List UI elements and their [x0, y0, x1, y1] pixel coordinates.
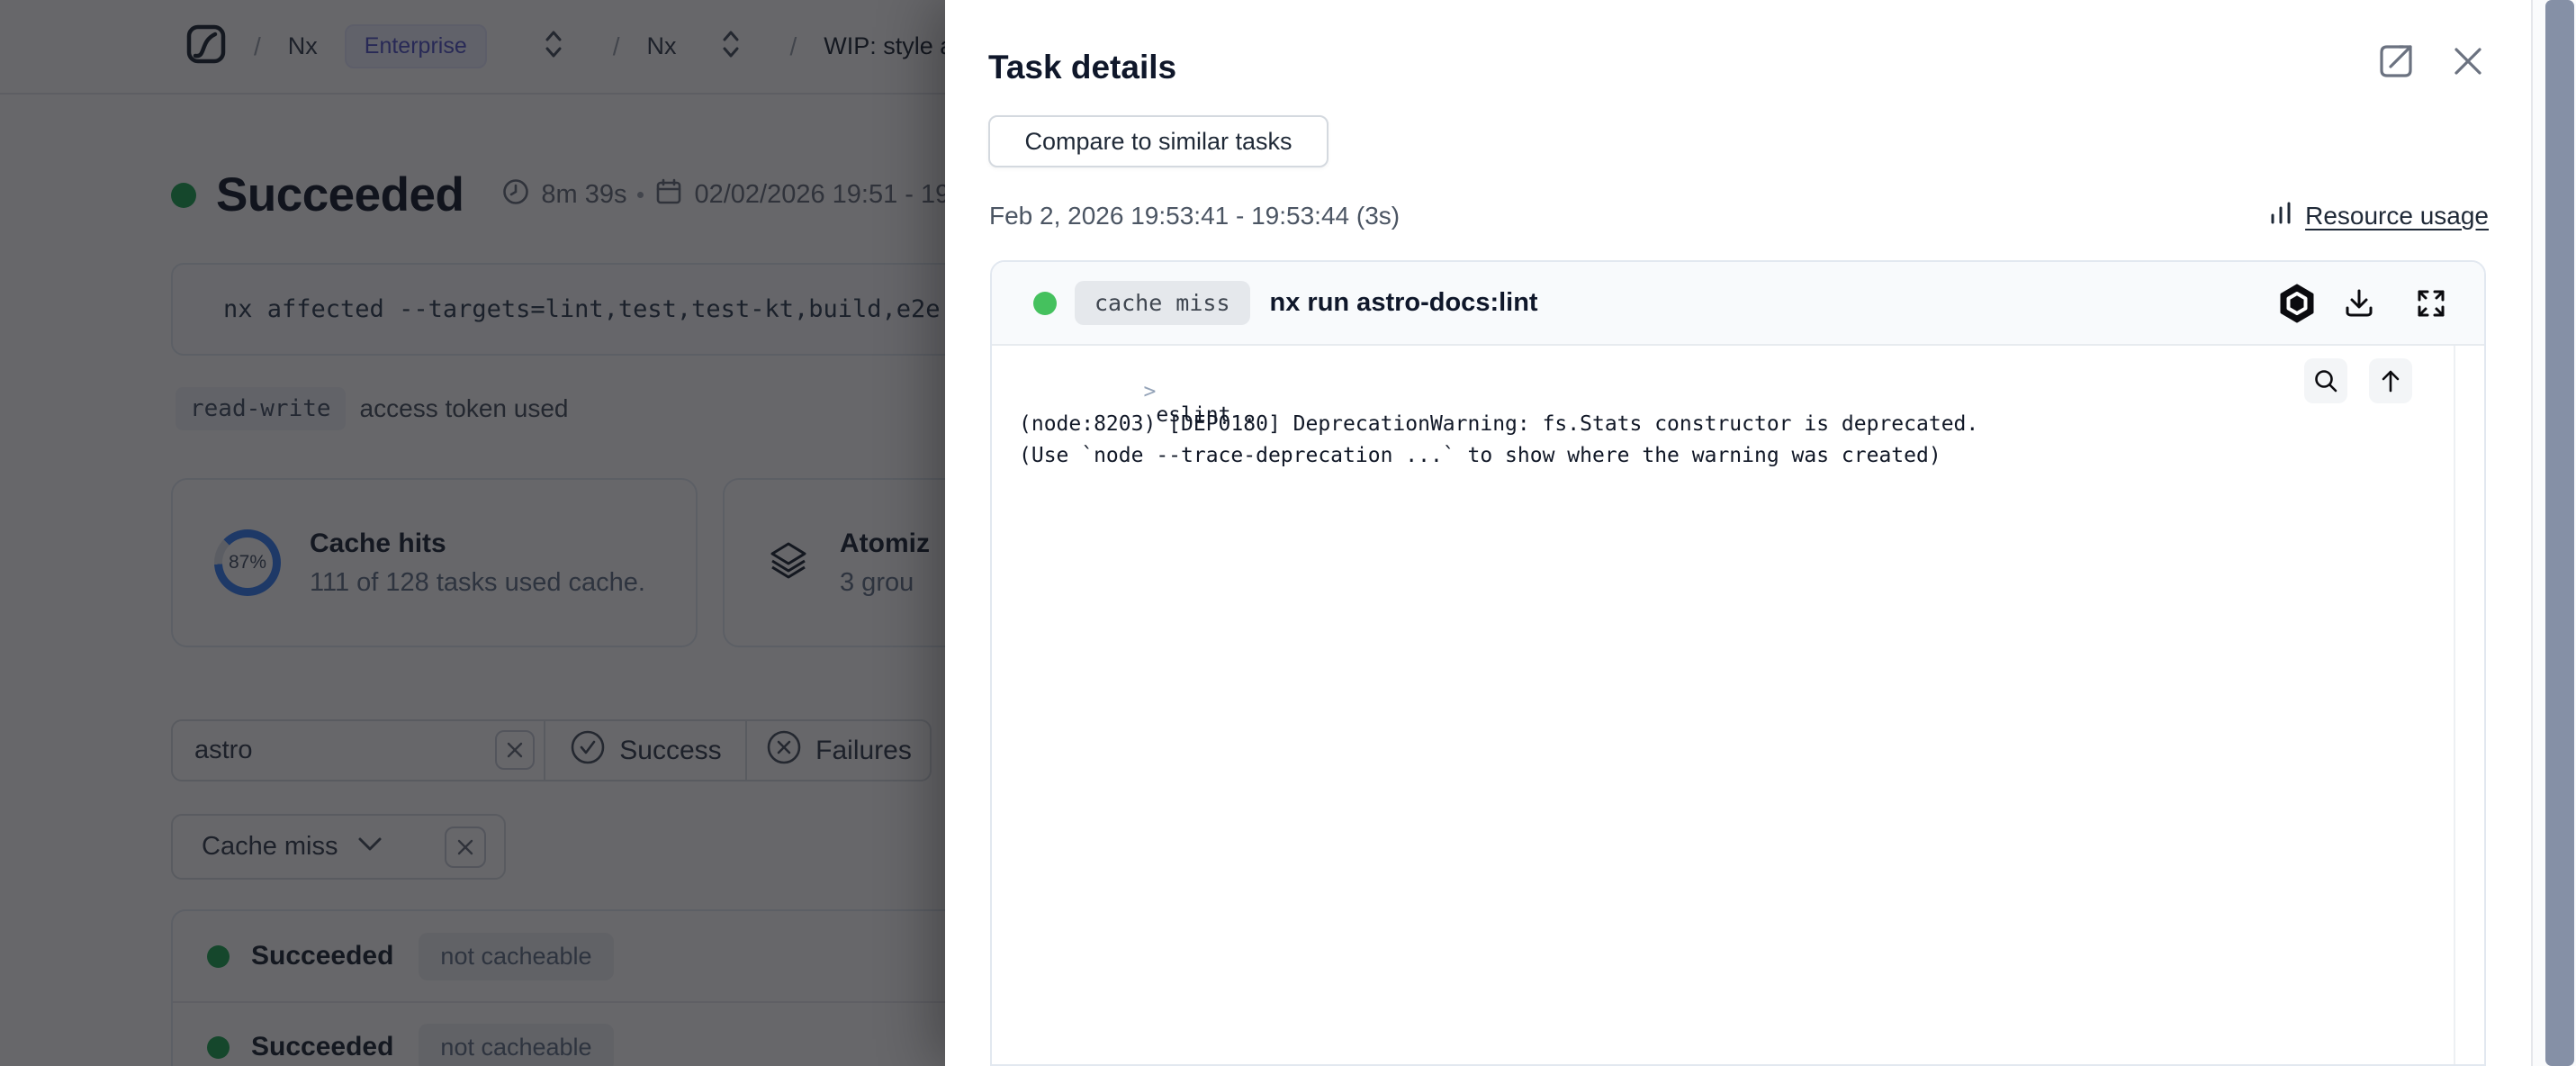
download-icon	[2342, 286, 2376, 321]
terminal-line: (node:8203) [DEP0180] DeprecationWarning…	[1019, 412, 1978, 436]
resource-usage-label: Resource usage	[2305, 202, 2489, 230]
download-log-button[interactable]	[2342, 286, 2376, 321]
terminal-scrollbar[interactable]	[2454, 346, 2484, 1066]
terminal-search-button[interactable]	[2304, 358, 2347, 403]
expand-icon	[2414, 286, 2448, 321]
task-command-title: nx run astro-docs:lint	[1270, 288, 1538, 318]
task-details-drawer: Task details Compare to similar tasks Fe…	[945, 0, 2576, 1066]
cache-miss-badge: cache miss	[1075, 281, 1250, 325]
hexagon-icon	[2277, 284, 2317, 323]
search-icon	[2312, 367, 2339, 394]
status-dot	[1033, 292, 1057, 315]
task-time-range: Feb 2, 2026 19:53:41 - 19:53:44 (3s)	[989, 202, 1400, 230]
modal-backdrop[interactable]	[0, 0, 945, 1066]
terminal-header: cache miss nx run astro-docs:lint	[992, 262, 2484, 346]
bar-chart-icon	[2267, 200, 2294, 231]
open-in-new-tab-button[interactable]	[2374, 40, 2418, 83]
arrow-up-icon	[2377, 367, 2404, 394]
terminal-prompt: >	[1143, 380, 1156, 403]
resource-usage-link[interactable]: Resource usage	[2267, 200, 2489, 231]
screen: / Nx Enterprise / Nx / WIP: style and Su…	[0, 0, 2576, 1066]
scroll-to-top-button[interactable]	[2369, 358, 2412, 403]
close-icon	[2450, 43, 2486, 79]
task-terminal-panel: cache miss nx run astro-docs:lint	[990, 260, 2486, 1066]
terminal-output[interactable]: > eslint . (node:8203) [DEP0180] Depreca…	[992, 346, 2484, 1066]
close-drawer-button[interactable]	[2450, 43, 2486, 79]
terminal-line: > eslint .	[1019, 357, 1256, 450]
terminal-line: (Use `node --trace-deprecation ...` to s…	[1019, 444, 1941, 467]
external-link-icon	[2374, 40, 2418, 83]
page-scrollbar-thumb[interactable]	[2545, 0, 2574, 1066]
compare-similar-tasks-button[interactable]: Compare to similar tasks	[988, 115, 1329, 167]
expand-terminal-button[interactable]	[2414, 286, 2448, 321]
drawer-title: Task details	[988, 49, 1176, 86]
flaky-detection-button[interactable]	[2277, 284, 2317, 323]
page-scrollbar[interactable]	[2531, 0, 2576, 1066]
